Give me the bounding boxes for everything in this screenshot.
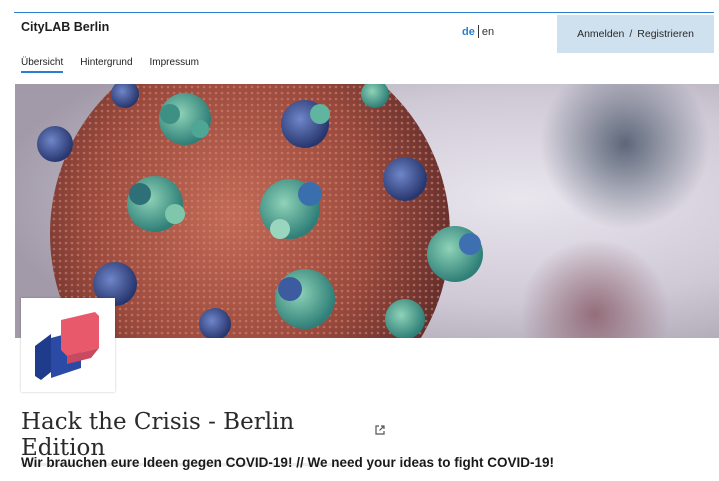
tab-background[interactable]: Hintergrund: [80, 57, 132, 73]
auth-panel: Anmelden / Registrieren: [557, 15, 714, 53]
hero-banner-image: [15, 84, 719, 338]
lang-en-link[interactable]: en: [482, 26, 494, 38]
register-link[interactable]: Registrieren: [637, 28, 694, 40]
brand-name[interactable]: CityLAB Berlin: [21, 20, 109, 34]
lang-de-link[interactable]: de: [462, 26, 475, 38]
tab-overview[interactable]: Übersicht: [21, 57, 64, 73]
language-switcher: de en: [462, 25, 494, 38]
login-link[interactable]: Anmelden: [577, 28, 624, 40]
project-nav: Übersicht Hintergrund Impressum: [21, 57, 199, 73]
tab-imprint[interactable]: Impressum: [150, 57, 199, 73]
lang-divider: [477, 25, 479, 38]
citylab-logo: [35, 312, 99, 380]
top-divider: [14, 12, 714, 13]
project-tagline: Wir brauchen eure Ideen gegen COVID-19! …: [21, 455, 554, 470]
auth-separator: /: [629, 28, 633, 40]
page: CityLAB Berlin de en Anmelden / Registri…: [0, 0, 719, 481]
external-link-icon[interactable]: [374, 424, 386, 436]
project-logo: [21, 298, 115, 392]
coronavirus-illustration: [15, 84, 719, 338]
project-title: Hack the Crisis - Berlin Edition: [21, 409, 295, 461]
